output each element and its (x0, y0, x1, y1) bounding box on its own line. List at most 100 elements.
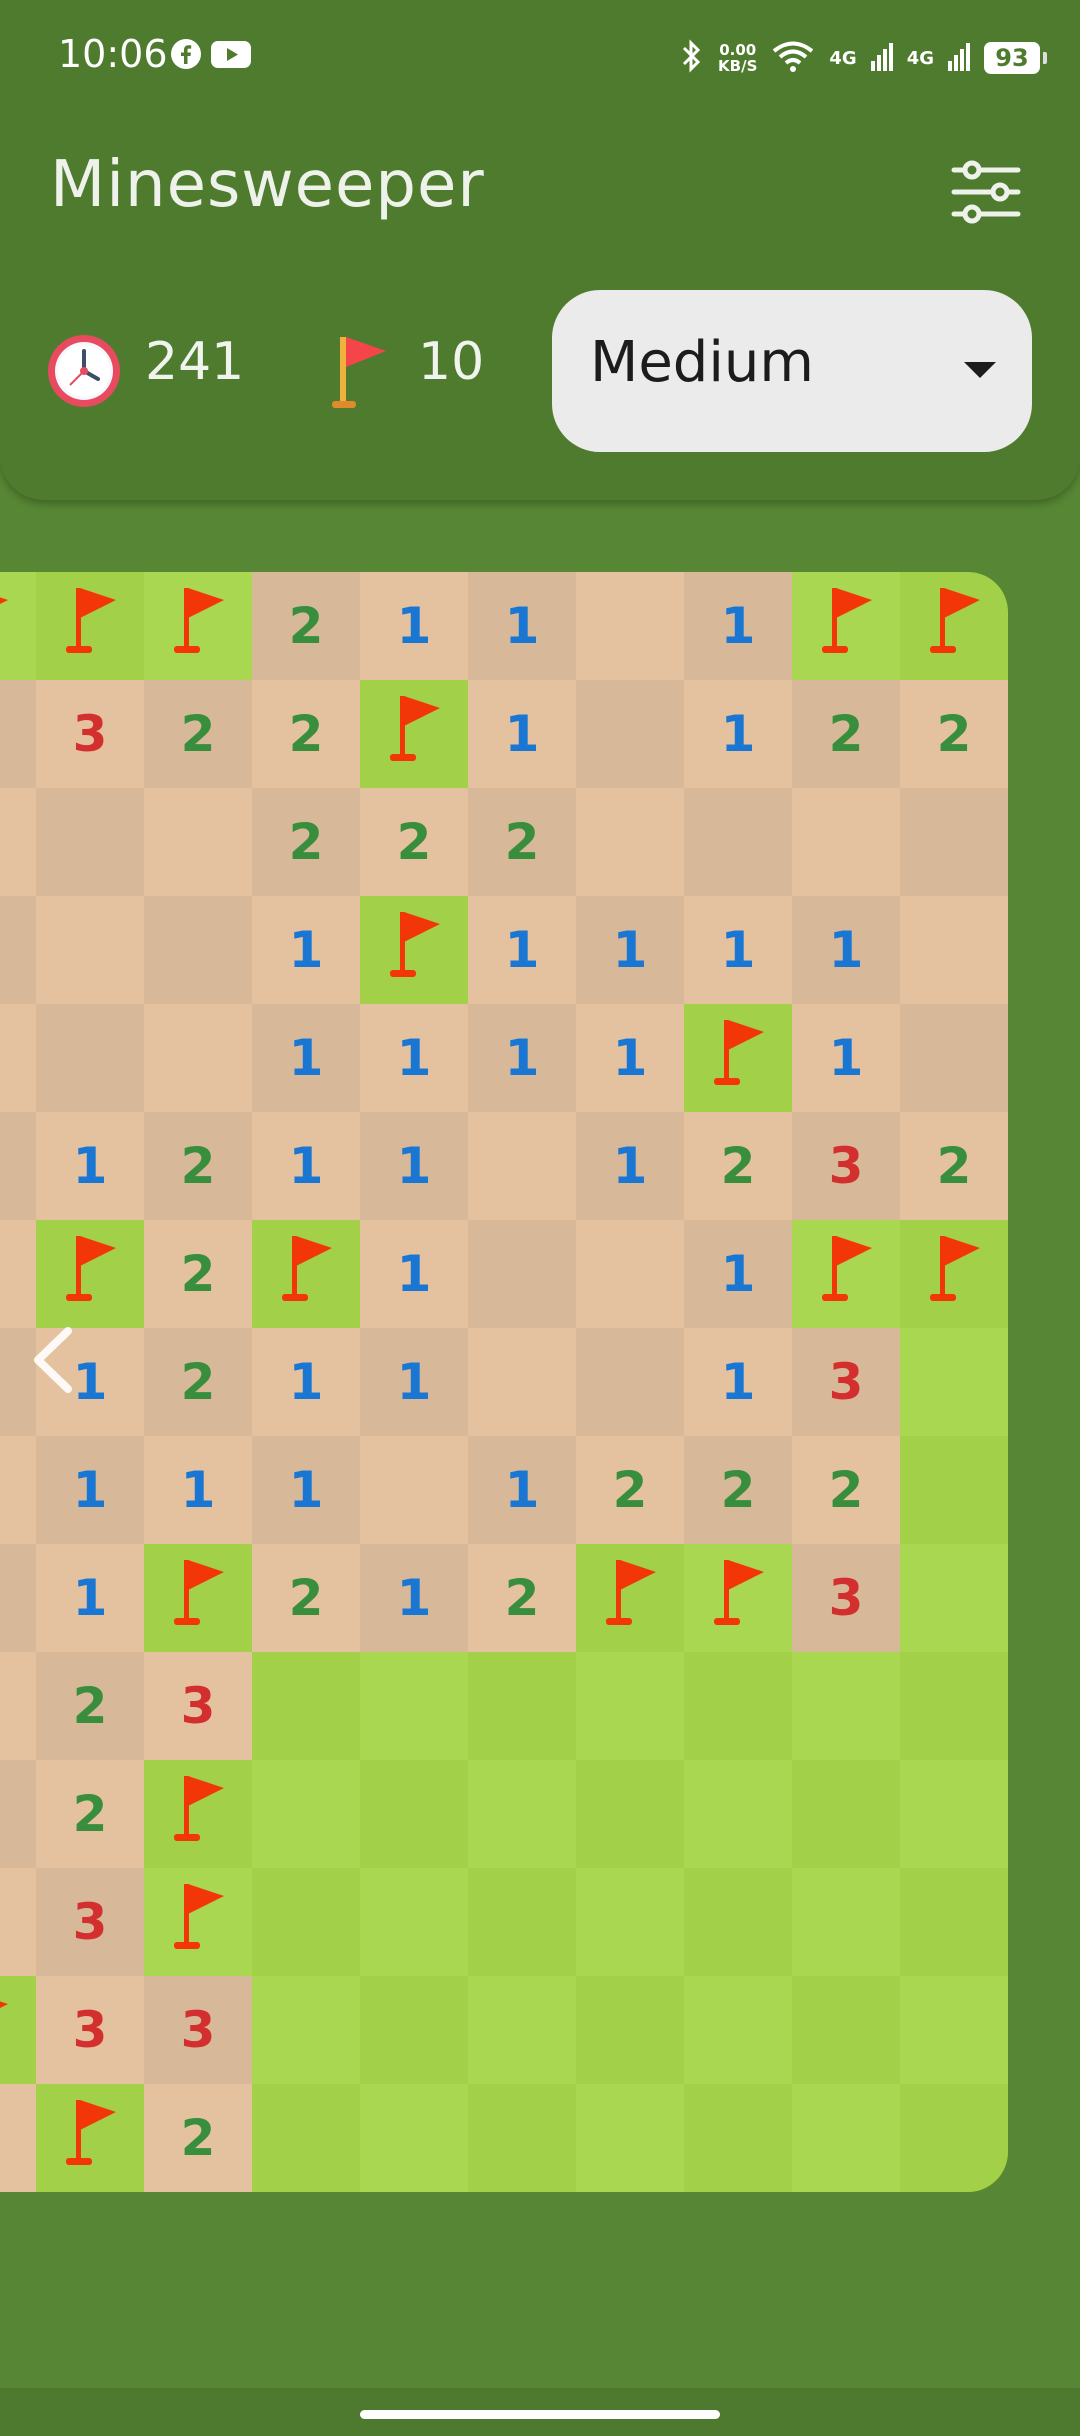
revealed-cell[interactable] (900, 896, 1008, 1004)
hidden-cell[interactable] (792, 1652, 900, 1760)
revealed-cell[interactable]: 1 (684, 1220, 792, 1328)
hidden-cell[interactable] (576, 1868, 684, 1976)
hidden-cell[interactable] (684, 1976, 792, 2084)
revealed-cell[interactable]: 1 (252, 1112, 360, 1220)
revealed-cell[interactable] (900, 788, 1008, 896)
revealed-cell[interactable] (0, 2084, 36, 2192)
revealed-cell[interactable]: 3 (792, 1328, 900, 1436)
revealed-cell[interactable] (144, 896, 252, 1004)
hidden-cell[interactable] (468, 1760, 576, 1868)
revealed-cell[interactable]: 2 (36, 1760, 144, 1868)
hidden-cell[interactable] (684, 2084, 792, 2192)
revealed-cell[interactable]: 1 (468, 572, 576, 680)
revealed-cell[interactable]: 2 (360, 788, 468, 896)
revealed-cell[interactable]: 3 (144, 1652, 252, 1760)
revealed-cell[interactable]: 1 (792, 896, 900, 1004)
hidden-cell[interactable] (468, 2084, 576, 2192)
revealed-cell[interactable]: 1 (684, 572, 792, 680)
revealed-cell[interactable]: 2 (684, 1436, 792, 1544)
home-indicator[interactable] (360, 2410, 720, 2419)
revealed-cell[interactable] (576, 1220, 684, 1328)
revealed-cell[interactable]: 2 (36, 1652, 144, 1760)
revealed-cell[interactable]: 1 (252, 1436, 360, 1544)
revealed-cell[interactable] (0, 1544, 36, 1652)
revealed-cell[interactable]: 1 (684, 896, 792, 1004)
hidden-cell[interactable] (792, 1868, 900, 1976)
hidden-cell[interactable] (792, 1760, 900, 1868)
revealed-cell[interactable] (0, 680, 36, 788)
flagged-cell[interactable] (792, 1220, 900, 1328)
flagged-cell[interactable] (144, 1760, 252, 1868)
revealed-cell[interactable] (360, 1436, 468, 1544)
hidden-cell[interactable] (360, 1976, 468, 2084)
revealed-cell[interactable]: 2 (468, 1544, 576, 1652)
revealed-cell[interactable]: 2 (576, 1436, 684, 1544)
hidden-cell[interactable] (360, 1868, 468, 1976)
settings-button[interactable] (950, 160, 1030, 230)
revealed-cell[interactable]: 1 (684, 1328, 792, 1436)
hidden-cell[interactable] (900, 1544, 1008, 1652)
revealed-cell[interactable] (0, 1868, 36, 1976)
revealed-cell[interactable] (0, 1004, 36, 1112)
hidden-cell[interactable] (900, 1760, 1008, 1868)
hidden-cell[interactable] (360, 2084, 468, 2192)
hidden-cell[interactable] (576, 1976, 684, 2084)
revealed-cell[interactable]: 2 (468, 788, 576, 896)
hidden-cell[interactable] (576, 1760, 684, 1868)
flagged-cell[interactable] (684, 1004, 792, 1112)
revealed-cell[interactable]: 3 (792, 1544, 900, 1652)
revealed-cell[interactable] (468, 1112, 576, 1220)
flagged-cell[interactable] (252, 1220, 360, 1328)
hidden-cell[interactable] (684, 1868, 792, 1976)
revealed-cell[interactable] (468, 1220, 576, 1328)
revealed-cell[interactable]: 1 (468, 1004, 576, 1112)
flagged-cell[interactable] (36, 572, 144, 680)
revealed-cell[interactable]: 1 (144, 1436, 252, 1544)
revealed-cell[interactable] (0, 1220, 36, 1328)
revealed-cell[interactable] (0, 1112, 36, 1220)
revealed-cell[interactable] (468, 1328, 576, 1436)
hidden-cell[interactable] (252, 2084, 360, 2192)
flagged-cell[interactable] (36, 1220, 144, 1328)
revealed-cell[interactable]: 1 (360, 1328, 468, 1436)
revealed-cell[interactable] (576, 788, 684, 896)
revealed-cell[interactable] (0, 1760, 36, 1868)
hidden-cell[interactable] (360, 1760, 468, 1868)
revealed-cell[interactable]: 2 (792, 680, 900, 788)
flagged-cell[interactable] (576, 1544, 684, 1652)
revealed-cell[interactable]: 3 (36, 680, 144, 788)
flagged-cell[interactable] (144, 1544, 252, 1652)
hidden-cell[interactable] (360, 1652, 468, 1760)
flagged-cell[interactable] (360, 896, 468, 1004)
revealed-cell[interactable]: 1 (684, 680, 792, 788)
revealed-cell[interactable] (576, 1328, 684, 1436)
revealed-cell[interactable]: 3 (792, 1112, 900, 1220)
flagged-cell[interactable] (0, 1976, 36, 2084)
revealed-cell[interactable] (0, 896, 36, 1004)
flagged-cell[interactable] (900, 1220, 1008, 1328)
revealed-cell[interactable] (144, 1004, 252, 1112)
revealed-cell[interactable]: 1 (792, 1004, 900, 1112)
hidden-cell[interactable] (468, 1976, 576, 2084)
revealed-cell[interactable]: 1 (360, 1112, 468, 1220)
revealed-cell[interactable]: 1 (252, 1328, 360, 1436)
revealed-cell[interactable]: 1 (360, 572, 468, 680)
hidden-cell[interactable] (900, 1652, 1008, 1760)
revealed-cell[interactable]: 1 (36, 1436, 144, 1544)
flagged-cell[interactable] (684, 1544, 792, 1652)
revealed-cell[interactable] (0, 788, 36, 896)
revealed-cell[interactable]: 1 (576, 1112, 684, 1220)
revealed-cell[interactable]: 1 (468, 1436, 576, 1544)
hidden-cell[interactable] (792, 1976, 900, 2084)
revealed-cell[interactable] (684, 788, 792, 896)
revealed-cell[interactable]: 3 (36, 1868, 144, 1976)
revealed-cell[interactable]: 1 (36, 1112, 144, 1220)
hidden-cell[interactable] (900, 1976, 1008, 2084)
revealed-cell[interactable]: 1 (36, 1544, 144, 1652)
hidden-cell[interactable] (252, 1868, 360, 1976)
revealed-cell[interactable] (144, 788, 252, 896)
hidden-cell[interactable] (900, 2084, 1008, 2192)
hidden-cell[interactable] (252, 1652, 360, 1760)
revealed-cell[interactable] (36, 788, 144, 896)
revealed-cell[interactable]: 1 (252, 1004, 360, 1112)
